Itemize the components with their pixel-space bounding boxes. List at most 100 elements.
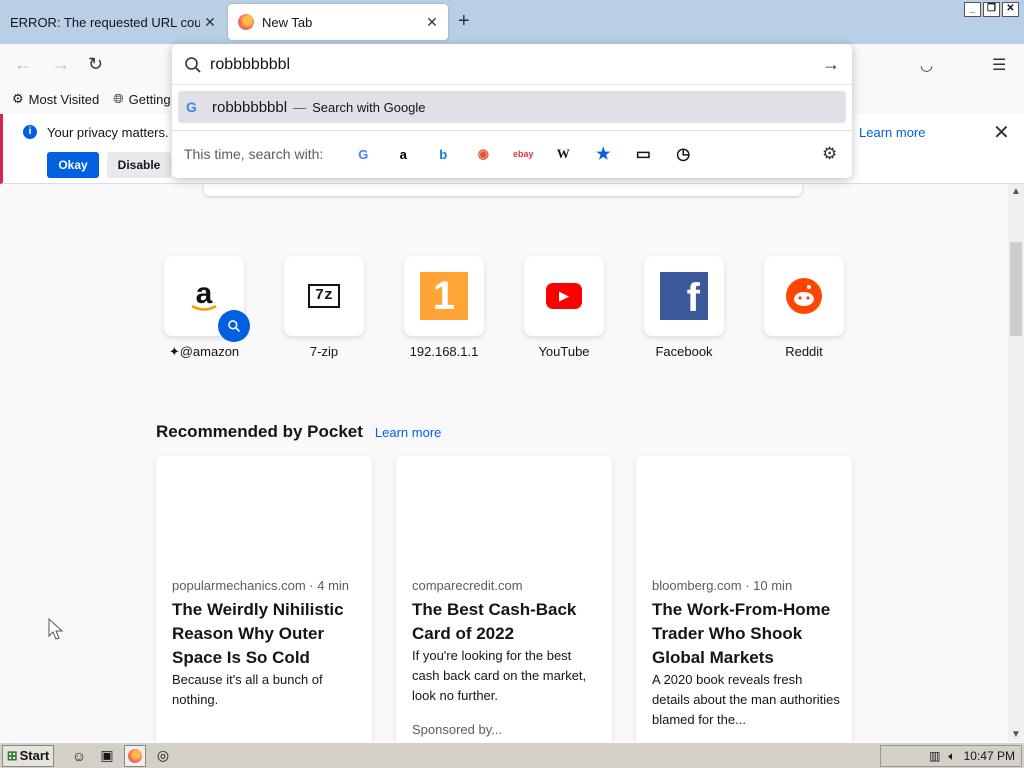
- network-icon[interactable]: ▥: [929, 749, 940, 763]
- new-tab-page: a ✦@amazon 7z 7-zip 1 192.168.1.1 ▶ YouT…: [0, 184, 1008, 742]
- top-site-youtube[interactable]: ▶ YouTube: [524, 256, 604, 360]
- address-input[interactable]: [210, 56, 810, 74]
- pocket-card[interactable]: bloomberg.com · 10 min The Work-From-Hom…: [636, 456, 852, 742]
- history-clock-icon[interactable]: ◷: [663, 144, 703, 164]
- go-arrow-icon[interactable]: →: [822, 54, 840, 75]
- firefox-icon: [238, 14, 254, 30]
- learn-more-link[interactable]: Learn more: [859, 125, 925, 140]
- quicklaunch-media-icon[interactable]: ▣: [96, 745, 118, 767]
- reload-icon[interactable]: ↻: [88, 54, 103, 75]
- card-source: bloomberg.com · 10 min: [652, 578, 793, 593]
- suggestion-separator: —: [293, 99, 307, 115]
- pocket-learn-more-link[interactable]: Learn more: [375, 425, 441, 440]
- scroll-down-arrow-icon[interactable]: ▼: [1011, 729, 1021, 740]
- google-icon[interactable]: G: [343, 147, 383, 162]
- google-icon: G: [186, 99, 197, 115]
- close-window-button[interactable]: ✕: [1002, 2, 1019, 17]
- vertical-scrollbar[interactable]: ▲ ▼: [1008, 184, 1024, 742]
- card-source: popularmechanics.com · 4 min: [172, 578, 350, 593]
- top-site-label: Reddit: [785, 344, 823, 359]
- bookmark-most-visited[interactable]: ⚙ Most Visited: [12, 91, 99, 107]
- disable-button[interactable]: Disable: [107, 152, 171, 178]
- tab-new-tab[interactable]: New Tab ✕: [228, 4, 448, 40]
- volume-icon[interactable]: 🔈︎: [948, 749, 955, 764]
- top-site-label: 192.168.1.1: [409, 344, 479, 359]
- top-site-reddit[interactable]: Reddit: [764, 256, 844, 360]
- window-controls: _ ❐ ✕: [964, 2, 1019, 17]
- close-tab-icon[interactable]: ✕: [200, 14, 220, 31]
- windows-taskbar: ⊞ Start ☺ ▣ ◎ ▥ 🔈︎ 10:47 PM: [0, 742, 1024, 768]
- card-title: The Best Cash-Back Card of 2022: [412, 600, 577, 643]
- card-sponsored: Sponsored by...: [412, 722, 503, 737]
- start-button[interactable]: ⊞ Start: [2, 744, 54, 767]
- info-icon: i: [23, 125, 37, 139]
- notification-message: Your privacy matters. F: [47, 125, 181, 140]
- windows-logo-icon: ⊞: [6, 747, 18, 763]
- restore-button[interactable]: ❐: [983, 2, 1000, 17]
- minimize-button[interactable]: _: [964, 2, 981, 17]
- tabs-icon[interactable]: ▭: [623, 144, 663, 164]
- top-site-router[interactable]: 1 192.168.1.1: [404, 256, 484, 360]
- bookmarks-star-icon[interactable]: ★: [583, 144, 623, 164]
- mouse-cursor-icon: [48, 618, 64, 640]
- pocket-card[interactable]: comparecredit.com The Best Cash-Back Car…: [396, 456, 612, 742]
- card-source: comparecredit.com: [412, 578, 523, 593]
- back-arrow-icon[interactable]: ←: [14, 54, 32, 75]
- pocket-heading: Recommended by Pocket: [156, 422, 363, 441]
- tab-title: ERROR: The requested URL could not be re…: [10, 14, 200, 30]
- 7zip-logo-icon: 7z: [284, 256, 364, 336]
- pocket-icon[interactable]: ◡: [920, 56, 933, 74]
- top-site-7zip[interactable]: 7z 7-zip: [284, 256, 364, 360]
- scrollbar-thumb[interactable]: [1010, 242, 1022, 336]
- top-site-label-text: @amazon: [179, 344, 240, 359]
- top-site-facebook[interactable]: f Facebook: [644, 256, 724, 360]
- quicklaunch-users-icon[interactable]: ☺: [68, 745, 90, 767]
- menu-hamburger-icon[interactable]: ☰: [992, 55, 1006, 75]
- router-logo-icon: 1: [404, 256, 484, 336]
- search-shortcut-icon: [218, 310, 250, 342]
- quicklaunch-chrome-icon[interactable]: ◎: [152, 745, 174, 767]
- pocket-header: Recommended by Pocket Learn more: [156, 422, 441, 442]
- new-tab-plus-icon[interactable]: +: [458, 10, 470, 33]
- search-settings-gear-icon[interactable]: ⚙: [822, 144, 837, 164]
- pocket-card[interactable]: popularmechanics.com · 4 min The Weirdly…: [156, 456, 372, 742]
- tab-error[interactable]: ERROR: The requested URL could not be re…: [0, 4, 226, 40]
- page-search-box[interactable]: [204, 184, 802, 196]
- top-sites: a ✦@amazon 7z 7-zip 1 192.168.1.1 ▶ YouT…: [164, 256, 844, 360]
- tab-strip: ERROR: The requested URL could not be re…: [0, 0, 1024, 44]
- firefox-icon: [128, 748, 142, 763]
- divider: [172, 130, 852, 131]
- youtube-logo-icon: ▶: [524, 256, 604, 336]
- top-site-label: Facebook: [655, 344, 713, 359]
- ebay-icon[interactable]: ebay: [503, 149, 543, 159]
- clock[interactable]: 10:47 PM: [964, 749, 1015, 763]
- close-tab-icon[interactable]: ✕: [422, 14, 442, 31]
- system-tray: ▥ 🔈︎ 10:47 PM: [880, 745, 1022, 767]
- bing-icon[interactable]: b: [423, 147, 463, 162]
- okay-button[interactable]: Okay: [47, 152, 99, 178]
- one-off-label: This time, search with:: [184, 146, 324, 162]
- wikipedia-icon[interactable]: W: [543, 146, 583, 162]
- divider: [172, 84, 852, 85]
- amazon-icon[interactable]: a: [383, 147, 423, 162]
- search-suggestion-row[interactable]: G robbbbbbbl — Search with Google: [178, 91, 846, 123]
- top-site-label: ✦@amazon: [164, 344, 244, 360]
- quicklaunch-firefox-icon[interactable]: [124, 744, 146, 767]
- top-site-label: YouTube: [538, 344, 590, 359]
- card-excerpt: A 2020 book reveals fresh details about …: [652, 672, 840, 727]
- forward-arrow-icon[interactable]: →: [52, 54, 70, 75]
- start-label: Start: [19, 748, 50, 763]
- reddit-logo-icon: [764, 256, 844, 336]
- scroll-up-arrow-icon[interactable]: ▲: [1011, 186, 1021, 197]
- card-excerpt: Because it's all a bunch of nothing.: [172, 672, 323, 707]
- close-icon[interactable]: ✕: [993, 120, 1010, 145]
- duckduckgo-icon[interactable]: ◉: [463, 146, 503, 162]
- card-excerpt: If you're looking for the best cash back…: [412, 648, 587, 703]
- top-site-amazon[interactable]: a ✦@amazon: [164, 256, 250, 360]
- facebook-logo-icon: f: [644, 256, 724, 336]
- one-off-search-bar: This time, search with: G a b ◉ ebay W ★…: [184, 144, 703, 164]
- gear-icon: ⚙: [12, 91, 24, 106]
- pin-icon: ✦: [168, 344, 180, 359]
- pocket-cards: popularmechanics.com · 4 min The Weirdly…: [156, 456, 852, 742]
- address-bar-popup: → G robbbbbbbl — Search with Google This…: [172, 44, 852, 178]
